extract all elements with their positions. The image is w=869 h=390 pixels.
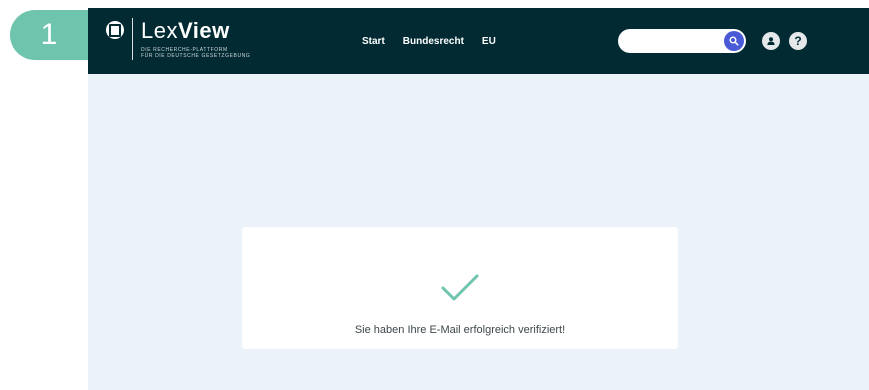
search-button[interactable] <box>724 31 744 51</box>
search-box <box>618 29 746 53</box>
logo-mark-icon <box>106 21 124 39</box>
search-input[interactable] <box>626 32 722 52</box>
checkmark-icon <box>441 274 479 301</box>
search-icon <box>729 36 739 46</box>
logo-text: LexView DIE RECHERCHE-PLATTFORM FÜR DIE … <box>141 18 250 59</box>
brand-tagline-line2: FÜR DIE DEUTSCHE GESETZGEBUNG <box>141 53 251 59</box>
nav-item-eu[interactable]: EU <box>482 36 496 47</box>
brand-name-light: Lex <box>141 18 178 43</box>
brand-name-bold: View <box>177 18 230 43</box>
verification-message: Sie haben Ihre E-Mail erfolgreich verifi… <box>354 324 566 336</box>
help-button[interactable]: ? <box>789 32 807 50</box>
brand-name: LexView <box>141 18 250 44</box>
user-account-button[interactable] <box>762 32 780 50</box>
lexview-logo[interactable]: LexView DIE RECHERCHE-PLATTFORM FÜR DIE … <box>106 18 250 60</box>
verification-card: Sie haben Ihre E-Mail erfolgreich verifi… <box>242 227 678 349</box>
top-navigation-bar: LexView DIE RECHERCHE-PLATTFORM FÜR DIE … <box>88 8 869 74</box>
main-nav: Start Bundesrecht EU <box>362 36 496 47</box>
browser-viewport: LexView DIE RECHERCHE-PLATTFORM FÜR DIE … <box>88 8 869 390</box>
nav-item-start[interactable]: Start <box>362 36 385 47</box>
nav-item-bundesrecht[interactable]: Bundesrecht <box>403 36 464 47</box>
logo-divider <box>132 18 133 60</box>
user-icon <box>767 37 775 45</box>
step-number-badge: 1 <box>10 10 88 60</box>
help-icon: ? <box>794 34 802 48</box>
brand-tagline: DIE RECHERCHE-PLATTFORM FÜR DIE DEUTSCHE… <box>141 47 250 59</box>
